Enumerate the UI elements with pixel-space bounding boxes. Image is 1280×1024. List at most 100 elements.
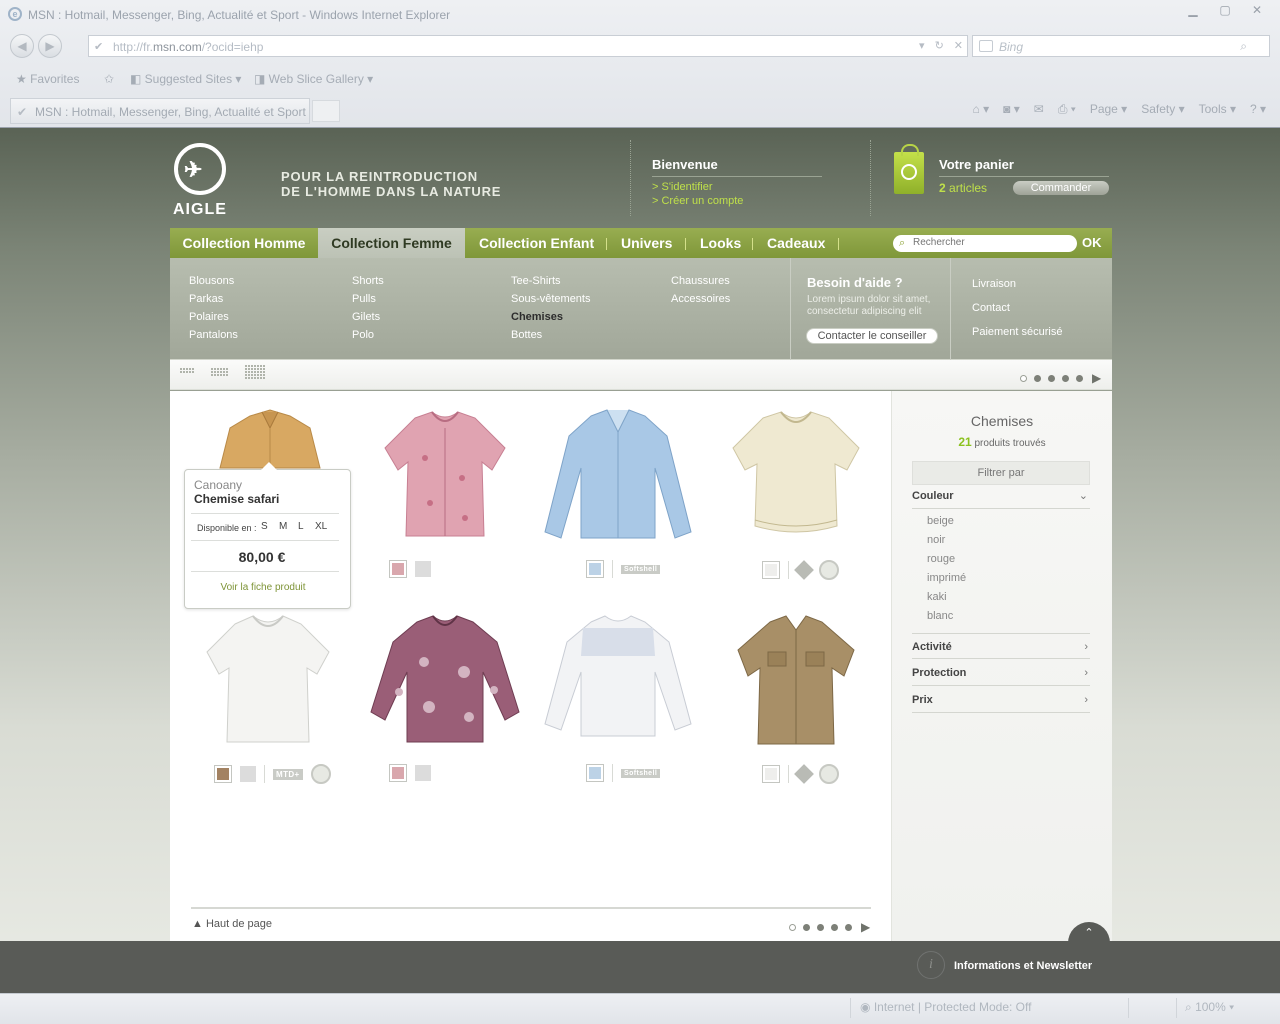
facet-activite[interactable]: Activité ›: [912, 633, 1090, 659]
aigle-logo-icon[interactable]: ✈: [174, 143, 226, 195]
mail-icon[interactable]: ✉: [1034, 102, 1044, 117]
submenu-sous-vetements[interactable]: Sous-vêtements: [511, 293, 590, 305]
color-swatch[interactable]: [389, 560, 407, 578]
back-icon[interactable]: ◀: [10, 34, 34, 58]
search-icon[interactable]: ⌕: [1240, 39, 1247, 54]
page-dot[interactable]: [1048, 374, 1055, 382]
search-box[interactable]: Bing ⌕: [972, 35, 1270, 57]
forward-icon[interactable]: ▶: [38, 34, 62, 58]
browser-tab[interactable]: ✔ MSN : Hotmail, Messenger, Bing, Actual…: [10, 98, 310, 124]
submenu-pulls[interactable]: Pulls: [352, 293, 376, 305]
product-card[interactable]: [716, 408, 876, 580]
feeds-icon[interactable]: ◙ ▾: [1003, 102, 1020, 117]
safety-menu[interactable]: Safety ▾: [1141, 102, 1184, 117]
nav-collection-homme[interactable]: Collection Homme: [170, 228, 318, 258]
nav-collection-enfant[interactable]: Collection Enfant: [479, 228, 594, 258]
contact-advisor-button[interactable]: Contacter le conseiller: [806, 328, 938, 344]
product-card[interactable]: MTD+: [188, 612, 348, 784]
help-icon[interactable]: ? ▾: [1250, 102, 1266, 117]
color-option[interactable]: kaki: [927, 591, 947, 603]
address-bar[interactable]: ✔ http://fr.msn.com/?ocid=iehp ▾ ↻ ✕: [88, 35, 968, 57]
facet-prix[interactable]: Prix ›: [912, 687, 1090, 713]
view-product-link[interactable]: Voir la fiche produit: [185, 582, 341, 593]
facet-couleur[interactable]: Couleur ⌄: [912, 483, 1090, 509]
color-swatch[interactable]: [586, 764, 604, 782]
page-dot[interactable]: [845, 923, 852, 931]
submenu-shorts[interactable]: Shorts: [352, 275, 384, 287]
facet-protection[interactable]: Protection ›: [912, 660, 1090, 686]
page-dot[interactable]: [817, 923, 824, 931]
dropdown-icon[interactable]: ▾: [919, 39, 925, 52]
link-contact[interactable]: Contact: [972, 302, 1010, 314]
page-dot[interactable]: [1062, 374, 1069, 382]
submenu-chemises[interactable]: Chemises: [511, 311, 563, 323]
add-favorite-icon[interactable]: ✩: [104, 72, 114, 86]
color-option[interactable]: rouge: [927, 553, 955, 565]
maximize-icon[interactable]: ▢: [1210, 2, 1240, 20]
product-card[interactable]: Softshell: [538, 612, 698, 782]
color-swatch[interactable]: [762, 561, 780, 579]
newsletter-link[interactable]: Informations et Newsletter: [954, 960, 1092, 972]
color-swatch[interactable]: [389, 764, 407, 782]
grid-medium-icon[interactable]: [211, 368, 228, 376]
shirt-image-pink[interactable]: [380, 408, 510, 548]
shirt-image-blue[interactable]: [543, 408, 693, 548]
new-tab-button[interactable]: [312, 100, 340, 122]
page-dot[interactable]: [803, 923, 810, 931]
next-page-icon[interactable]: ▶: [1092, 371, 1101, 385]
next-page-icon[interactable]: ▶: [861, 920, 870, 934]
color-swatch[interactable]: [415, 561, 431, 577]
close-icon[interactable]: ✕: [1242, 2, 1272, 20]
site-search[interactable]: ⌕: [893, 235, 1077, 252]
color-option[interactable]: noir: [927, 534, 945, 546]
submenu-pantalons[interactable]: Pantalons: [189, 329, 238, 341]
product-card[interactable]: [716, 612, 876, 784]
page-dot[interactable]: [831, 923, 838, 931]
shirt-image-white[interactable]: [203, 612, 333, 752]
shirt-image-grey-white[interactable]: [543, 612, 693, 742]
size-option[interactable]: XL: [315, 521, 327, 532]
submenu-polaires[interactable]: Polaires: [189, 311, 229, 323]
link-livraison[interactable]: Livraison: [972, 278, 1016, 290]
color-swatch[interactable]: [762, 765, 780, 783]
color-swatch[interactable]: [415, 765, 431, 781]
shirt-image-cream[interactable]: [731, 408, 861, 548]
page-dot[interactable]: [1020, 374, 1027, 382]
submenu-bottes[interactable]: Bottes: [511, 329, 542, 341]
submenu-gilets[interactable]: Gilets: [352, 311, 380, 323]
submenu-accessoires[interactable]: Accessoires: [671, 293, 730, 305]
size-option[interactable]: M: [279, 521, 287, 532]
favorites-button[interactable]: ★ Favorites: [16, 72, 79, 86]
shirt-image-khaki[interactable]: [734, 612, 858, 752]
back-to-top-link[interactable]: ▲ Haut de page: [192, 918, 272, 930]
page-dot[interactable]: [1034, 374, 1041, 382]
web-slice-link[interactable]: ◨ Web Slice Gallery ▾: [254, 72, 373, 86]
print-icon[interactable]: ⎙ ▾: [1058, 102, 1076, 117]
search-ok-button[interactable]: OK: [1082, 235, 1102, 250]
shirt-image-mauve[interactable]: [369, 612, 521, 752]
shopping-bag-icon[interactable]: [894, 144, 924, 194]
submenu-blousons[interactable]: Blousons: [189, 275, 234, 287]
product-card[interactable]: [365, 408, 525, 578]
suggested-sites-link[interactable]: ◧ Suggested Sites ▾: [130, 72, 241, 86]
security-zone[interactable]: ◉ Internet | Protected Mode: Off: [860, 1000, 1031, 1014]
page-menu[interactable]: Page ▾: [1090, 102, 1127, 117]
product-quickview[interactable]: Canoany Chemise safari Disponible en : S…: [184, 462, 351, 609]
product-card[interactable]: [365, 612, 525, 782]
submenu-polo[interactable]: Polo: [352, 329, 374, 341]
color-swatch[interactable]: [214, 765, 232, 783]
grid-large-icon[interactable]: [245, 365, 265, 379]
order-button[interactable]: Commander: [1013, 181, 1109, 195]
size-option[interactable]: L: [298, 521, 304, 532]
home-icon[interactable]: ⌂ ▾: [973, 102, 990, 117]
login-link[interactable]: > S'identifier: [652, 181, 822, 193]
stop-icon[interactable]: ✕: [954, 39, 963, 52]
zoom-level[interactable]: ⌕ 100% ▾: [1185, 1000, 1234, 1015]
submenu-chaussures[interactable]: Chaussures: [671, 275, 730, 287]
submenu-parkas[interactable]: Parkas: [189, 293, 223, 305]
minimize-icon[interactable]: ▁: [1178, 2, 1208, 20]
nav-univers[interactable]: Univers: [621, 228, 672, 258]
color-swatch[interactable]: [240, 766, 256, 782]
color-option[interactable]: beige: [927, 515, 954, 527]
page-dot[interactable]: [1076, 374, 1083, 382]
